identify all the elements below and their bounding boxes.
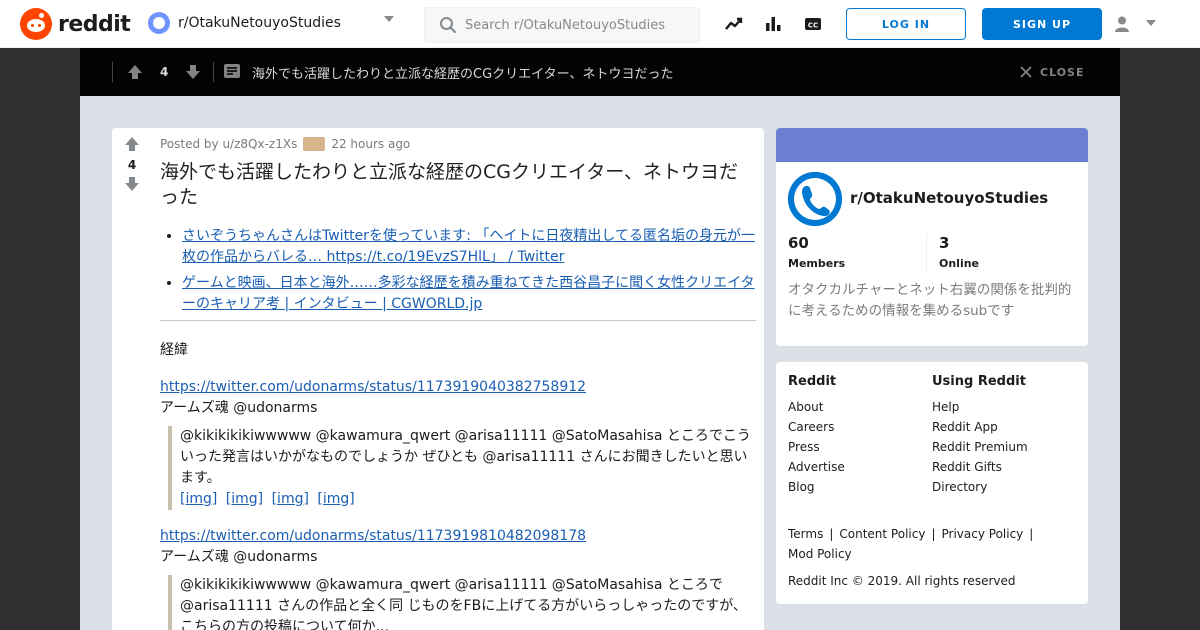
community-selector[interactable]: r/OtakuNetouyoStudies xyxy=(148,12,398,34)
logo-wordmark: reddit xyxy=(58,11,131,37)
community-banner xyxy=(776,128,1088,162)
footer-link-terms[interactable]: Terms xyxy=(788,527,823,541)
footer-link-directory[interactable]: Directory xyxy=(932,477,1028,497)
postbar-vote-count: 4 xyxy=(160,65,169,79)
trending-icon[interactable] xyxy=(724,14,744,34)
post-card: 4 Posted by u/z8Qx-z1Xs 22 hours ago 海外で… xyxy=(112,128,764,630)
post-title: 海外でも活躍したわりと立派な経歴のCGクリエイター、ネトウヨだった xyxy=(160,161,739,208)
stats-icon[interactable] xyxy=(763,14,783,34)
post-content: Posted by u/z8Qx-z1Xs 22 hours ago 海外でも活… xyxy=(160,136,756,630)
footer-column-using-reddit: Using Reddit Help Reddit App Reddit Prem… xyxy=(932,374,1028,497)
community-avatar-icon[interactable] xyxy=(788,172,842,226)
reddit-snoo-icon xyxy=(20,8,52,40)
downvote-icon[interactable] xyxy=(112,176,152,194)
close-label: CLOSE xyxy=(1040,65,1085,79)
image-link[interactable]: [img] xyxy=(272,491,309,507)
footer-link-press[interactable]: Press xyxy=(788,437,845,457)
community-description: オタクカルチャーとネット右翼の関係を批判的に考えるための情報を集めるsubです xyxy=(788,282,1072,319)
upvote-icon[interactable] xyxy=(112,136,152,154)
downvote-icon[interactable] xyxy=(185,64,201,84)
signup-button[interactable]: SIGN UP xyxy=(982,8,1102,40)
search-bar[interactable] xyxy=(424,7,700,43)
tweet-link[interactable]: https://twitter.com/udonarms/status/1173… xyxy=(160,379,586,395)
upvote-icon[interactable] xyxy=(127,64,143,84)
members-label: Members xyxy=(788,257,846,270)
footer-heading: Using Reddit xyxy=(932,374,1026,389)
login-button[interactable]: LOG IN xyxy=(846,8,966,40)
search-icon xyxy=(439,16,457,34)
divider xyxy=(926,234,927,272)
online-label: Online xyxy=(939,257,980,270)
list-item: さいぞうちゃんさんはTwitterを使っています: 「ヘイトに日夜精出してる匿名… xyxy=(182,226,756,268)
footer-link-advertise[interactable]: Advertise xyxy=(788,457,845,477)
footer-column-reddit: Reddit About Careers Press Advertise Blo… xyxy=(788,374,845,497)
tweet-quote: @kikikikikiwwwww @kawamura_qwert @arisa1… xyxy=(168,575,756,630)
user-flair-icon xyxy=(303,137,326,151)
chevron-down-icon xyxy=(384,16,394,22)
divider xyxy=(213,62,214,82)
vote-column: 4 xyxy=(112,136,152,194)
list-item: ゲームと映画、日本と海外……多彩な経歴を積み重ねてきた西谷昌子に聞く女性クリエイ… xyxy=(182,273,756,315)
chevron-down-icon xyxy=(1146,20,1156,26)
community-card: r/OtakuNetouyoStudies 60 Members 3 Onlin… xyxy=(776,128,1088,346)
vote-count: 4 xyxy=(127,158,137,172)
closed-captions-icon[interactable]: CC xyxy=(803,14,823,34)
link-twitter-saizou[interactable]: さいぞうちゃんさんはTwitterを使っています: 「ヘイトに日夜精出してる匿名… xyxy=(182,228,755,265)
footer-link-about[interactable]: About xyxy=(788,397,845,417)
image-link[interactable]: [img] xyxy=(180,491,217,507)
footer-link-mod-policy[interactable]: Mod Policy xyxy=(788,547,852,561)
tweet-author: アームズ魂 @udonarms xyxy=(160,400,318,416)
user-icon xyxy=(1112,14,1132,38)
close-icon xyxy=(1020,63,1032,82)
members-stat: 60 Members xyxy=(788,234,845,270)
image-link[interactable]: [img] xyxy=(317,491,354,507)
footer-link-blog[interactable]: Blog xyxy=(788,477,845,497)
copyright: Reddit Inc © 2019. All rights reserved xyxy=(788,574,1016,588)
posted-by[interactable]: Posted by u/z8Qx-z1Xs xyxy=(160,137,297,151)
svg-text:CC: CC xyxy=(808,22,818,30)
post-overlay-bar: 4 海外でも活躍したわりと立派な経歴のCGクリエイター、ネトウヨだった CLOS… xyxy=(80,48,1120,96)
footer-link-reddit-gifts[interactable]: Reddit Gifts xyxy=(932,457,1028,477)
footer-card: Reddit About Careers Press Advertise Blo… xyxy=(776,362,1088,604)
tweet-author: アームズ魂 @udonarms xyxy=(160,549,318,565)
reddit-logo[interactable]: reddit xyxy=(20,8,131,40)
top-header: reddit r/OtakuNetouyoStudies CC LOG IN S… xyxy=(0,0,1200,48)
close-button[interactable]: CLOSE xyxy=(1020,62,1084,82)
section-heading: 経緯 xyxy=(160,342,188,358)
tweet-text: @kikikikikiwwwww @kawamura_qwert @arisa1… xyxy=(180,577,747,630)
divider xyxy=(160,320,756,321)
link-cgworld[interactable]: ゲームと映画、日本と海外……多彩な経歴を積み重ねてきた西谷昌子に聞く女性クリエイ… xyxy=(182,275,755,312)
footer-link-reddit-app[interactable]: Reddit App xyxy=(932,417,1028,437)
link-list: さいぞうちゃんさんはTwitterを使っています: 「ヘイトに日夜精出してる匿名… xyxy=(160,226,756,315)
community-title[interactable]: r/OtakuNetouyoStudies xyxy=(850,189,1048,207)
post-meta: Posted by u/z8Qx-z1Xs 22 hours ago xyxy=(160,136,756,152)
community-name: r/OtakuNetouyoStudies xyxy=(178,15,341,31)
online-count: 3 xyxy=(939,234,950,252)
members-count: 60 xyxy=(788,234,809,252)
online-stat: 3 Online xyxy=(939,234,979,270)
tweet-images: [img] [img] [img] [img] xyxy=(180,489,756,510)
divider xyxy=(112,62,113,82)
image-link[interactable]: [img] xyxy=(226,491,263,507)
user-menu[interactable] xyxy=(1112,14,1162,34)
text-post-icon xyxy=(223,63,241,85)
footer-link-content-policy[interactable]: Content Policy xyxy=(839,527,925,541)
search-input[interactable] xyxy=(465,17,685,33)
footer-heading: Reddit xyxy=(788,374,837,389)
tweet-text: @kikikikikiwwwww @kawamura_qwert @arisa1… xyxy=(180,428,751,486)
postbar-title: 海外でも活躍したわりと立派な経歴のCGクリエイター、ネトウヨだった xyxy=(252,67,674,82)
community-icon xyxy=(148,12,170,34)
footer-link-help[interactable]: Help xyxy=(932,397,1028,417)
tweet-link[interactable]: https://twitter.com/udonarms/status/1173… xyxy=(160,528,586,544)
tweet-quote: @kikikikikiwwwww @kawamura_qwert @arisa1… xyxy=(168,426,756,510)
footer-terms: Terms | Content Policy | Privacy Policy | Mod … xyxy=(788,527,1034,561)
footer-link-reddit-premium[interactable]: Reddit Premium xyxy=(932,437,1028,457)
post-time[interactable]: 22 hours ago xyxy=(331,137,410,151)
footer-link-careers[interactable]: Careers xyxy=(788,417,845,437)
footer-link-privacy-policy[interactable]: Privacy Policy xyxy=(942,527,1024,541)
